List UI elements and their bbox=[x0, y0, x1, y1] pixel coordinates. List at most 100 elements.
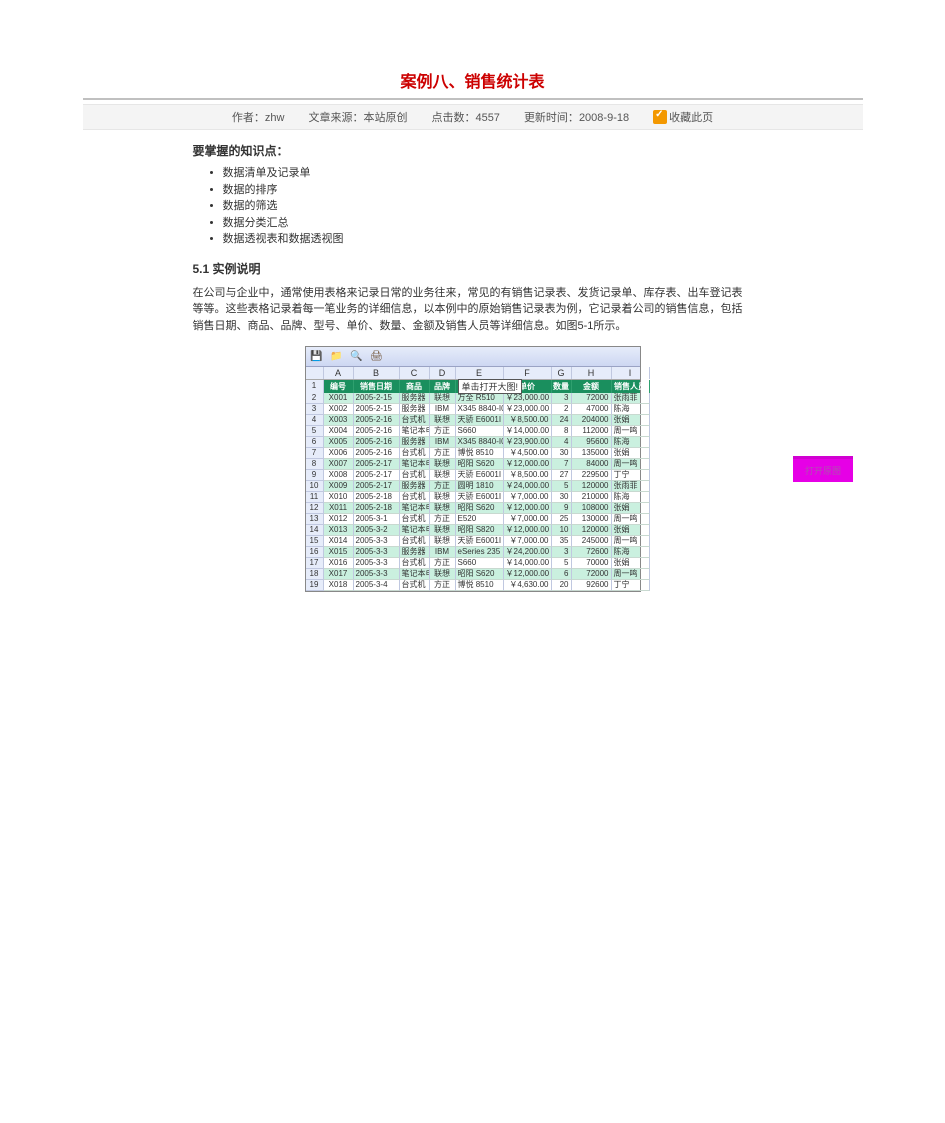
list-item: 数据的排序 bbox=[223, 182, 753, 199]
cell: X010 bbox=[324, 492, 354, 503]
meta-bar: 作者：zhw 文章来源：本站原创 点击数：4557 更新时间：2008-9-18… bbox=[83, 104, 863, 130]
cell: 5 bbox=[552, 558, 572, 569]
excel-toolbar: 💾 📁 🔍 🖨 bbox=[306, 347, 640, 367]
row-number: 9 bbox=[306, 470, 324, 481]
cell: 笔记本电脑 bbox=[400, 525, 430, 536]
cell: 台式机 bbox=[400, 448, 430, 459]
cell: 张雨菲 bbox=[612, 393, 650, 404]
cell: ￥7,000.00 bbox=[504, 514, 552, 525]
cell: 47000 bbox=[572, 404, 612, 415]
cell: 笔记本电脑 bbox=[400, 569, 430, 580]
cell: 陈海 bbox=[612, 547, 650, 558]
cell: 联想 bbox=[430, 492, 456, 503]
section-title: 5.1 实例说明 bbox=[193, 260, 753, 277]
col-letter: E bbox=[456, 367, 504, 379]
cell: ￥14,000.00 bbox=[504, 426, 552, 437]
cell: 圆明 1810 bbox=[456, 481, 504, 492]
updated-value: 2008-9-18 bbox=[579, 112, 629, 124]
cell: 2005-3-3 bbox=[354, 547, 400, 558]
table-row: 16X0152005-3-3服务器IBMeSeries 235￥24,200.0… bbox=[306, 547, 640, 558]
row-number: 16 bbox=[306, 547, 324, 558]
cell: 2 bbox=[552, 404, 572, 415]
row-number: 1 bbox=[306, 380, 324, 393]
cell: 昭阳 S820 bbox=[456, 525, 504, 536]
cell: 万全 R510 bbox=[456, 393, 504, 404]
list-item: 数据清单及记录单 bbox=[223, 165, 753, 182]
cell: 2005-3-2 bbox=[354, 525, 400, 536]
cell: 2005-2-16 bbox=[354, 415, 400, 426]
author-label: 作者： bbox=[232, 112, 265, 124]
open-original-button[interactable]: 打开原图 bbox=[793, 456, 853, 482]
table-row: 11X0102005-2-18台式机联想天骄 E6001I￥7,000.0030… bbox=[306, 492, 640, 503]
cell: S660 bbox=[456, 426, 504, 437]
col-letter: A bbox=[324, 367, 354, 379]
table-row: 7X0062005-2-16台式机方正博悦 8510￥4,500.0030135… bbox=[306, 448, 640, 459]
cell: 130000 bbox=[572, 514, 612, 525]
cell: 周一鸣 bbox=[612, 536, 650, 547]
cell: 30 bbox=[552, 448, 572, 459]
cell: ￥4,500.00 bbox=[504, 448, 552, 459]
col-header: 品牌 bbox=[430, 380, 456, 393]
col-letter: F bbox=[504, 367, 552, 379]
cell: ￥7,000.00 bbox=[504, 492, 552, 503]
cell: 方正 bbox=[430, 580, 456, 591]
cell: 25 bbox=[552, 514, 572, 525]
cell: 联想 bbox=[430, 503, 456, 514]
save-icon: 💾 bbox=[310, 350, 324, 364]
tooltip-hint: 单击打开大图! bbox=[458, 379, 523, 394]
col-letter: D bbox=[430, 367, 456, 379]
table-row: 14X0132005-3-2笔记本电脑联想昭阳 S820￥12,000.0010… bbox=[306, 525, 640, 536]
cell: X002 bbox=[324, 404, 354, 415]
cell: 方正 bbox=[430, 514, 456, 525]
row-number: 8 bbox=[306, 459, 324, 470]
row-number: 15 bbox=[306, 536, 324, 547]
cell: 2005-2-15 bbox=[354, 393, 400, 404]
cell: 天骄 E6001I bbox=[456, 536, 504, 547]
cell: ￥12,000.00 bbox=[504, 459, 552, 470]
cell: 陈海 bbox=[612, 437, 650, 448]
cell: 联想 bbox=[430, 536, 456, 547]
hits-value: 4557 bbox=[475, 112, 499, 124]
cell: 方正 bbox=[430, 558, 456, 569]
knowledge-list: 数据清单及记录单 数据的排序 数据的筛选 数据分类汇总 数据透视表和数据透视图 bbox=[223, 165, 753, 248]
row-number: 12 bbox=[306, 503, 324, 514]
col-letter: C bbox=[400, 367, 430, 379]
cell: X001 bbox=[324, 393, 354, 404]
cell: X003 bbox=[324, 415, 354, 426]
cell: X015 bbox=[324, 547, 354, 558]
print-icon: 🖨 bbox=[370, 350, 384, 364]
col-corner bbox=[306, 367, 324, 379]
cell: 台式机 bbox=[400, 415, 430, 426]
cell: X005 bbox=[324, 437, 354, 448]
cell: IBM bbox=[430, 404, 456, 415]
cell: 联想 bbox=[430, 393, 456, 404]
cell: 台式机 bbox=[400, 558, 430, 569]
cell: 2005-3-3 bbox=[354, 569, 400, 580]
row-number: 14 bbox=[306, 525, 324, 536]
row-number: 19 bbox=[306, 580, 324, 591]
table-row: 10X0092005-2-17服务器方正圆明 1810￥24,000.00512… bbox=[306, 481, 640, 492]
cell: 4 bbox=[552, 437, 572, 448]
cell: 72600 bbox=[572, 547, 612, 558]
cell: 3 bbox=[552, 547, 572, 558]
cell: 30 bbox=[552, 492, 572, 503]
table-row: 19X0182005-3-4台式机方正博悦 8510￥4,630.0020926… bbox=[306, 580, 640, 591]
table-row: 12X0112005-2-18笔记本电脑联想昭阳 S620￥12,000.009… bbox=[306, 503, 640, 514]
col-header: 编号 bbox=[324, 380, 354, 393]
cell: 72000 bbox=[572, 393, 612, 404]
cell: 服务器 bbox=[400, 393, 430, 404]
cell: ￥8,500.00 bbox=[504, 415, 552, 426]
source-label: 文章来源： bbox=[308, 112, 363, 124]
source-value: 本站原创 bbox=[363, 112, 407, 124]
favorite-button[interactable]: 收藏此页 bbox=[653, 109, 713, 125]
list-item: 数据的筛选 bbox=[223, 198, 753, 215]
cell: 昭阳 S620 bbox=[456, 569, 504, 580]
col-header: 商品 bbox=[400, 380, 430, 393]
cell: 周一鸣 bbox=[612, 459, 650, 470]
cell: IBM bbox=[430, 547, 456, 558]
excel-screenshot[interactable]: 单击打开大图! 💾 📁 🔍 🖨 A B C D E F G H I bbox=[305, 346, 641, 592]
cell: 服务器 bbox=[400, 481, 430, 492]
cell: 2005-2-17 bbox=[354, 470, 400, 481]
row-number: 7 bbox=[306, 448, 324, 459]
cell: X014 bbox=[324, 536, 354, 547]
